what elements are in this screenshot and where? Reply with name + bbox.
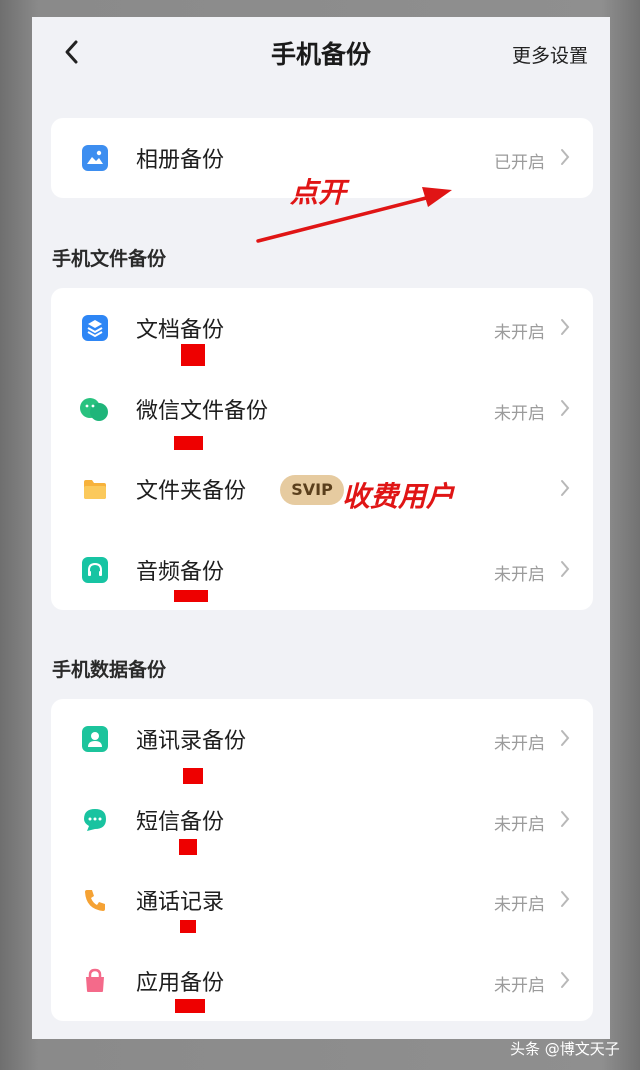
chevron-right-icon xyxy=(559,889,571,909)
status-text: 已开启 xyxy=(494,153,545,173)
row-label: 相册备份 xyxy=(136,148,225,173)
contact-person-icon xyxy=(82,726,108,752)
section-title-data: 手机数据备份 xyxy=(52,659,167,681)
folder-icon xyxy=(82,476,108,502)
chevron-right-icon xyxy=(559,147,571,167)
chevron-right-icon xyxy=(559,559,571,579)
annotation-paid-user: 收费用户 xyxy=(342,480,455,513)
status-text: 未开启 xyxy=(494,404,545,424)
chevron-right-icon xyxy=(559,398,571,418)
row-label: 文档备份 xyxy=(136,318,225,343)
red-mark xyxy=(175,999,205,1013)
status-text: 未开启 xyxy=(494,895,545,915)
status-text: 未开启 xyxy=(494,815,545,835)
chevron-right-icon xyxy=(559,317,571,337)
row-label: 通话记录 xyxy=(136,890,225,915)
wechat-icon xyxy=(78,396,110,422)
chevron-right-icon xyxy=(559,809,571,829)
document-stack-icon xyxy=(82,315,108,341)
section-title-files: 手机文件备份 xyxy=(52,248,167,270)
row-label: 应用备份 xyxy=(136,971,225,996)
more-settings-button[interactable]: 更多设置 xyxy=(512,41,588,68)
list-item-wechat-backup[interactable]: 微信文件备份 未开启 xyxy=(51,369,593,449)
annotation-arrow-icon xyxy=(256,187,452,243)
red-mark xyxy=(180,920,196,933)
row-label: 文件夹备份 xyxy=(136,479,247,504)
chevron-right-icon xyxy=(559,478,571,498)
status-text: 未开启 xyxy=(494,323,545,343)
row-label: 微信文件备份 xyxy=(136,399,269,424)
data-backup-card: 通讯录备份 未开启 短信备份 未开启 通话记录 未开启 应用备份 未开启 xyxy=(51,699,593,1021)
list-item-call-log-backup[interactable]: 通话记录 未开启 xyxy=(51,860,593,940)
list-item-doc-backup[interactable]: 文档备份 未开启 xyxy=(51,288,593,368)
chevron-right-icon xyxy=(559,970,571,990)
chevron-right-icon xyxy=(559,728,571,748)
list-item-sms-backup[interactable]: 短信备份 未开启 xyxy=(51,780,593,860)
list-item-app-backup[interactable]: 应用备份 未开启 xyxy=(51,941,593,1021)
file-backup-card: 文档备份 未开启 微信文件备份 未开启 文件夹备份 音频备份 未开启 xyxy=(51,288,593,610)
nav-header: 手机备份 更多设置 xyxy=(32,17,610,89)
red-mark xyxy=(174,436,203,450)
watermark: 头条 @博文天子 xyxy=(510,1040,620,1058)
red-mark xyxy=(179,839,197,855)
phone-screen: 手机备份 更多设置 相册备份 已开启 点开 手机文件备份 文档备份 未开启 微信… xyxy=(32,17,610,1039)
status-text: 未开启 xyxy=(494,734,545,754)
photo-album-icon xyxy=(82,145,108,171)
list-item-audio-backup[interactable]: 音频备份 未开启 xyxy=(51,530,593,610)
row-label: 音频备份 xyxy=(136,560,225,585)
row-label: 短信备份 xyxy=(136,810,225,835)
red-mark xyxy=(174,590,208,602)
red-mark xyxy=(183,768,203,784)
red-mark xyxy=(181,344,205,366)
chat-bubble-icon xyxy=(82,807,108,833)
row-label: 通讯录备份 xyxy=(136,729,247,754)
svip-badge: SVIP xyxy=(280,475,344,505)
app-bag-icon xyxy=(82,968,108,994)
list-item-contacts-backup[interactable]: 通讯录备份 未开启 xyxy=(51,699,593,779)
status-text: 未开启 xyxy=(494,565,545,585)
phone-handset-icon xyxy=(82,887,108,913)
status-text: 未开启 xyxy=(494,976,545,996)
headphones-icon xyxy=(82,557,108,583)
